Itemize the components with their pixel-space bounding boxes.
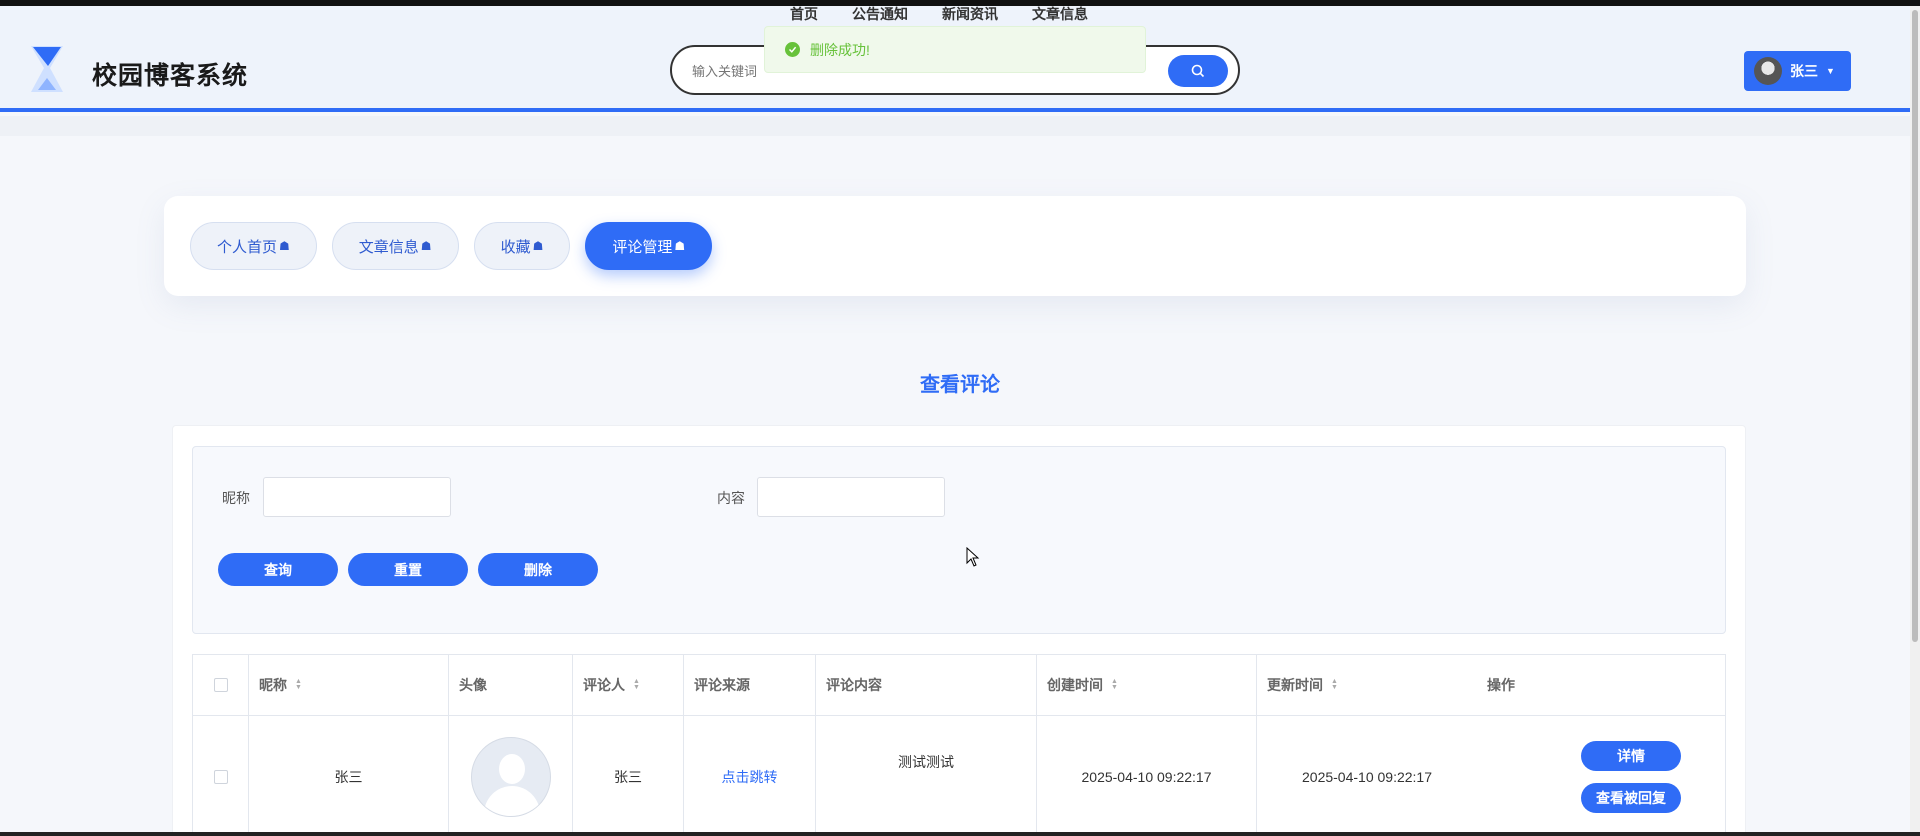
sort-icon: ▲ ▼	[295, 678, 302, 691]
cell-created: 2025-04-10 09:22:17	[1037, 716, 1257, 836]
tab-label: 文章信息	[358, 238, 419, 256]
select-all-cell	[193, 655, 249, 715]
view-replies-button[interactable]: 查看被回复	[1581, 782, 1681, 813]
select-all-checkbox[interactable]	[213, 678, 228, 692]
cell-actions: 详情 查看被回复	[1477, 716, 1725, 836]
user-name: 张三	[1790, 63, 1818, 79]
cell-nickname: 张三	[249, 716, 449, 836]
table-row: 张三 张三 点击跳转 测试测试 2025-04-10 09:22:17 2025…	[193, 716, 1725, 836]
cell-avatar	[449, 716, 573, 836]
avatar	[1754, 57, 1782, 85]
nav-item-articles[interactable]: 文章信息	[1032, 4, 1088, 24]
tab-label: 个人首页	[217, 238, 278, 256]
toast-message: 删除成功!	[810, 41, 870, 58]
scrollbar-thumb[interactable]	[1912, 10, 1918, 642]
caret-down-icon: ▼	[1826, 66, 1835, 76]
hourglass-logo-icon	[31, 46, 63, 92]
filter-form	[192, 446, 1726, 634]
tab-favorites[interactable]: 收藏 ☗	[473, 222, 571, 270]
header-divider	[0, 116, 1910, 136]
detail-button[interactable]: 详情	[1581, 740, 1681, 771]
cell-source: 点击跳转	[684, 716, 816, 836]
header-label: 创建时间	[1047, 677, 1103, 693]
tab-label: 收藏	[500, 238, 531, 256]
page-title: 查看评论	[920, 374, 1000, 396]
content-filter-input[interactable]	[757, 477, 945, 517]
nickname-filter-label: 昵称	[222, 490, 250, 506]
header-label: 更新时间	[1267, 677, 1323, 693]
header-avatar: 头像	[449, 655, 573, 715]
user-menu[interactable]: 张三 ▼	[1744, 51, 1851, 91]
sort-icon: ▲ ▼	[1111, 678, 1118, 691]
header-label: 头像	[459, 677, 487, 693]
window-bottom-edge	[0, 832, 1920, 836]
check-circle-icon	[785, 42, 800, 57]
nav-item-home[interactable]: 首页	[790, 4, 818, 24]
header-source: 评论来源	[684, 655, 816, 715]
success-toast: 删除成功!	[764, 26, 1146, 73]
search-button[interactable]	[1168, 55, 1228, 87]
row-checkbox[interactable]	[213, 769, 228, 784]
tab-articles[interactable]: 文章信息 ☗	[331, 222, 459, 270]
header-label: 评论内容	[826, 677, 882, 693]
query-button[interactable]: 查询	[218, 553, 338, 586]
header-created[interactable]: 创建时间 ▲ ▼	[1037, 655, 1257, 715]
site-title: 校园博客系统	[92, 62, 249, 90]
header-content: 评论内容	[816, 655, 1037, 715]
sort-icon: ▲ ▼	[633, 678, 640, 691]
cell-commenter: 张三	[573, 716, 684, 836]
profile-tabs: 个人首页 ☗ 文章信息 ☗ 收藏 ☗ 评论管理 ☗	[190, 222, 713, 270]
cell-content: 测试测试	[816, 716, 1037, 836]
reset-button[interactable]: 重置	[348, 553, 468, 586]
cell-updated: 2025-04-10 09:22:17	[1302, 768, 1432, 785]
nav-item-notices[interactable]: 公告通知	[852, 4, 908, 24]
home-icon: ☗	[674, 239, 686, 253]
header-nickname[interactable]: 昵称 ▲ ▼	[249, 655, 449, 715]
home-icon: ☗	[532, 239, 544, 253]
sort-icon: ▲ ▼	[1331, 678, 1338, 691]
top-nav: 首页 公告通知 新闻资讯 文章信息	[790, 4, 1088, 24]
tab-label: 评论管理	[612, 238, 673, 256]
header-label: 评论人	[583, 677, 625, 693]
tab-card: 个人首页 ☗ 文章信息 ☗ 收藏 ☗ 评论管理 ☗	[164, 196, 1746, 296]
header-label: 评论来源	[694, 677, 750, 693]
header-label: 昵称	[259, 677, 287, 693]
header-label: 操作	[1487, 677, 1515, 693]
search-icon	[1191, 64, 1205, 78]
mouse-cursor-icon	[966, 547, 980, 567]
nav-item-news[interactable]: 新闻资讯	[942, 4, 998, 24]
source-link[interactable]: 点击跳转	[722, 767, 778, 787]
tab-comment-management[interactable]: 评论管理 ☗	[585, 222, 713, 270]
header-commenter[interactable]: 评论人 ▲ ▼	[573, 655, 684, 715]
row-select-cell	[193, 716, 249, 836]
comments-table: 昵称 ▲ ▼ 头像 评论人 ▲ ▼ 评论来源 评论内容 创建时间 ▲ ▼ 更新时间 ▲…	[192, 654, 1726, 836]
delete-button[interactable]: 删除	[478, 553, 598, 586]
user-placeholder-avatar-icon	[470, 736, 551, 817]
header-updated[interactable]: 更新时间 ▲ ▼	[1257, 655, 1477, 715]
tab-profile-home[interactable]: 个人首页 ☗	[190, 222, 317, 270]
home-icon: ☗	[420, 239, 432, 253]
content-filter-label: 内容	[717, 490, 745, 506]
nickname-filter-input[interactable]	[263, 477, 451, 517]
table-header-row: 昵称 ▲ ▼ 头像 评论人 ▲ ▼ 评论来源 评论内容 创建时间 ▲ ▼ 更新时间 ▲…	[193, 655, 1725, 716]
home-icon: ☗	[279, 239, 290, 253]
header-actions: 操作	[1477, 655, 1725, 715]
